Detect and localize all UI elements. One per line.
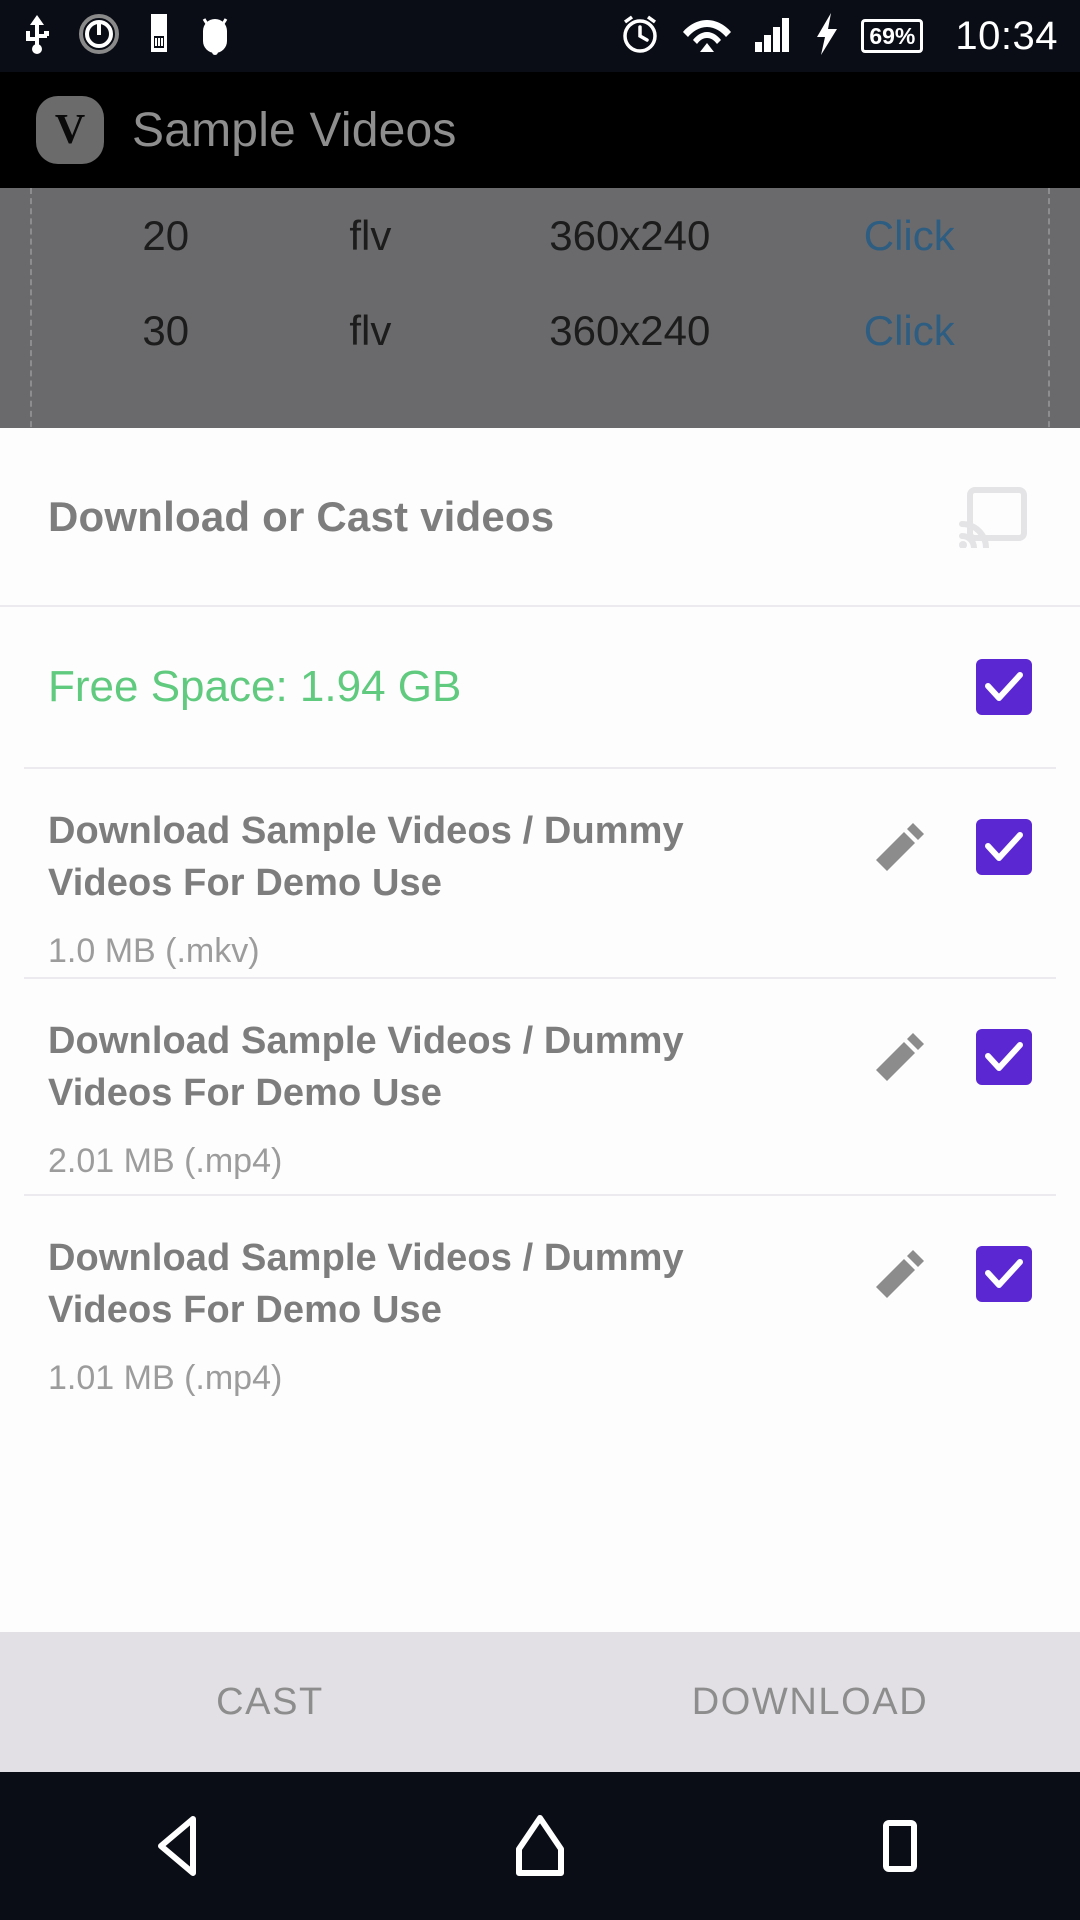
pencil-icon[interactable] xyxy=(872,1029,928,1085)
recents-icon[interactable] xyxy=(720,1815,1080,1877)
list-item-actions xyxy=(872,1232,1032,1302)
cell-click-link[interactable]: Click xyxy=(794,307,1024,355)
dialog-title: Download or Cast videos xyxy=(48,492,555,540)
status-bar: 69% 10:34 xyxy=(0,0,1080,72)
free-space-row[interactable]: Free Space: 1.94 GB xyxy=(0,607,1080,767)
list-item-title: Download Sample Videos / Dummy Videos Fo… xyxy=(48,1237,684,1331)
list-item-actions xyxy=(872,1015,1032,1085)
page-title: Sample Videos xyxy=(132,103,457,157)
list-item-texts: Download Sample Videos / Dummy Videos Fo… xyxy=(48,1232,748,1398)
pencil-icon[interactable] xyxy=(872,819,928,875)
list-item-checkbox[interactable] xyxy=(976,819,1032,875)
list-item-actions xyxy=(872,805,1032,875)
list-item[interactable]: Download Sample Videos / Dummy Videos Fo… xyxy=(0,979,1080,1194)
cell-duration: 20 xyxy=(142,211,190,259)
usb-icon xyxy=(22,13,52,60)
cast-icon[interactable] xyxy=(954,483,1032,551)
cell-duration: 30 xyxy=(142,306,190,354)
download-cast-dialog: Download or Cast videos Free Space: 1.94… xyxy=(0,428,1080,1632)
download-button[interactable]: DOWNLOAD xyxy=(540,1681,1080,1724)
clock-label: 10:34 xyxy=(955,13,1058,58)
status-bar-right-icons: 69% 10:34 xyxy=(619,12,1058,60)
dialog-button-bar: CAST DOWNLOAD xyxy=(0,1632,1080,1772)
app-logo-icon: V xyxy=(36,96,104,164)
list-item[interactable]: Download Sample Videos / Dummy Videos Fo… xyxy=(0,769,1080,977)
battery-percent-label: 69% xyxy=(861,19,924,53)
wifi-icon xyxy=(683,14,732,59)
cell-click-link[interactable]: Click xyxy=(794,212,1024,260)
back-icon[interactable] xyxy=(0,1813,360,1879)
status-bar-left-icons xyxy=(22,13,232,60)
pencil-icon[interactable] xyxy=(872,1246,928,1302)
cell-resolution: 360x240 xyxy=(549,211,711,259)
free-space-checkbox[interactable] xyxy=(976,659,1032,715)
table-row: 30 flv 360x240 Click xyxy=(32,283,1048,378)
list-item-checkbox[interactable] xyxy=(976,1029,1032,1085)
android-navigation-bar xyxy=(0,1772,1080,1920)
list-item-size: 2.01 MB (.mp4) xyxy=(48,1142,283,1180)
list-item-checkbox[interactable] xyxy=(976,1246,1032,1302)
video-table: 20 flv 360x240 Click 30 flv 360x240 Clic… xyxy=(30,188,1050,428)
sd-card-icon xyxy=(146,13,172,59)
list-item[interactable]: Download Sample Videos / Dummy Videos Fo… xyxy=(0,1196,1080,1411)
list-item-texts: Download Sample Videos / Dummy Videos Fo… xyxy=(48,1015,748,1181)
background-webview: 20 flv 360x240 Click 30 flv 360x240 Clic… xyxy=(0,188,1080,428)
power-icon xyxy=(78,13,120,60)
app-bar: V Sample Videos xyxy=(0,72,1080,188)
android-debug-icon xyxy=(198,13,232,60)
list-item-texts: Download Sample Videos / Dummy Videos Fo… xyxy=(48,805,748,971)
alarm-icon xyxy=(619,13,661,60)
list-item-size: 1.0 MB (.mkv) xyxy=(48,932,260,970)
dialog-header: Download or Cast videos xyxy=(0,428,1080,605)
cell-format: flv xyxy=(349,211,392,259)
cast-button[interactable]: CAST xyxy=(0,1681,540,1724)
charging-bolt-icon xyxy=(815,12,839,60)
list-item-title: Download Sample Videos / Dummy Videos Fo… xyxy=(48,810,684,904)
table-row: 20 flv 360x240 Click xyxy=(32,188,1048,283)
home-icon[interactable] xyxy=(360,1813,720,1879)
cell-resolution: 360x240 xyxy=(549,306,711,354)
cell-format: flv xyxy=(349,306,392,354)
list-item-title: Download Sample Videos / Dummy Videos Fo… xyxy=(48,1020,684,1114)
list-item-size: 1.01 MB (.mp4) xyxy=(48,1359,283,1397)
cellular-signal-icon xyxy=(753,14,793,59)
battery-indicator: 69% xyxy=(861,19,924,53)
free-space-label: Free Space: 1.94 GB xyxy=(48,662,462,711)
